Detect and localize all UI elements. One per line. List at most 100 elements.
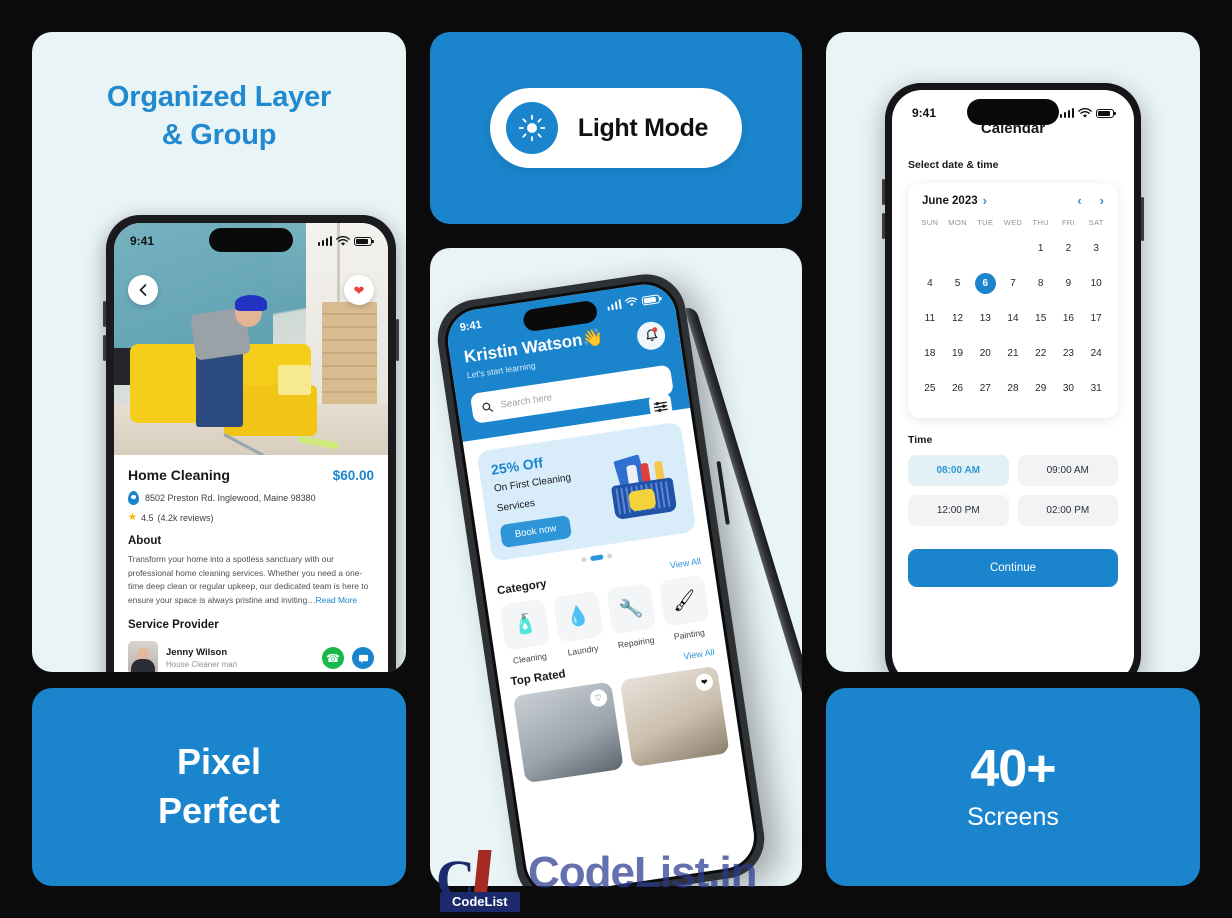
day-cell[interactable]: 8 — [1027, 266, 1055, 301]
provider-heading: Service Provider — [128, 619, 219, 632]
battery-icon — [641, 293, 661, 306]
top-rated-card[interactable]: ♡ — [512, 681, 624, 784]
day-cell[interactable]: 24 — [1082, 336, 1110, 371]
day-cell[interactable]: 3 — [1082, 231, 1110, 266]
time-slot-selected[interactable]: 08:00 AM — [908, 455, 1009, 486]
day-cell[interactable]: 23 — [1055, 336, 1083, 371]
day-cell[interactable]: 27 — [971, 371, 999, 406]
day-number: 29 — [1035, 383, 1047, 394]
back-button[interactable] — [128, 275, 158, 305]
day-cell[interactable]: 16 — [1055, 301, 1083, 336]
day-cell[interactable]: 14 — [999, 301, 1027, 336]
book-now-button[interactable]: Book now — [499, 515, 572, 549]
top-rated-card[interactable]: ❤ — [619, 665, 730, 768]
carousel-dot[interactable] — [580, 556, 587, 563]
day-number: 8 — [1037, 278, 1044, 289]
heart-outline-icon[interactable]: ♡ — [588, 688, 608, 708]
day-cell[interactable]: 21 — [999, 336, 1027, 371]
day-cell[interactable]: 19 — [944, 336, 972, 371]
search-placeholder: Search here — [499, 391, 553, 411]
day-number: 28 — [1007, 383, 1019, 394]
category-item-repairing[interactable]: 🔧 Repairing — [605, 582, 659, 651]
day-cell[interactable]: 5 — [944, 266, 972, 301]
calendar-nav: ‹ › — [1077, 193, 1104, 208]
time-slot[interactable]: 09:00 AM — [1017, 455, 1118, 486]
chat-button[interactable] — [352, 647, 374, 670]
category-item-cleaning[interactable]: 🧴 Cleaning — [499, 598, 552, 667]
day-cell[interactable]: 7 — [999, 266, 1027, 301]
day-number: 7 — [1010, 278, 1016, 289]
volume-down-button[interactable] — [103, 335, 106, 361]
provider-name: Jenny Wilson — [166, 647, 228, 659]
read-more-link[interactable]: Read More — [316, 595, 357, 605]
weekday-label: TUE — [977, 218, 994, 227]
volume-up-button[interactable] — [103, 301, 106, 327]
day-cell[interactable]: 25 — [916, 371, 944, 406]
calendar-panel: June 2023 › ‹ › SUN MON TUE WED THU FRI SAT 12… — [908, 183, 1118, 418]
weekday-label: FRI — [1061, 218, 1075, 227]
calendar-header: June 2023 › ‹ › — [916, 193, 1110, 208]
day-cell[interactable]: 10 — [1082, 266, 1110, 301]
call-button[interactable]: ☎ — [322, 647, 344, 670]
day-cell[interactable]: 15 — [1027, 301, 1055, 336]
time-slot[interactable]: 02:00 PM — [1017, 495, 1118, 526]
day-cell[interactable]: 28 — [999, 371, 1027, 406]
service-detail-body: Home Cleaning $60.00 8502 Preston Rd. In… — [114, 455, 388, 672]
day-number: 12 — [952, 313, 964, 324]
day-cell[interactable]: 22 — [1027, 336, 1055, 371]
logo-badge: CodeList — [440, 892, 520, 912]
day-cell[interactable]: 11 — [916, 301, 944, 336]
day-number: 20 — [979, 348, 991, 359]
day-cell[interactable]: 26 — [944, 371, 972, 406]
filter-button[interactable] — [648, 393, 674, 419]
weekday-label: THU — [1032, 218, 1049, 227]
favorite-button[interactable]: ❤ — [344, 275, 374, 305]
day-cell[interactable]: 13 — [971, 301, 999, 336]
promo-banner[interactable]: 25% Off On First Cleaning Services Book … — [476, 421, 697, 562]
category-title: Category — [496, 578, 548, 598]
light-mode-toggle[interactable]: Light Mode — [489, 88, 743, 168]
volume-down-button[interactable] — [882, 213, 885, 239]
category-item-painting[interactable]: 🖌 Painting — [658, 574, 712, 643]
day-cell[interactable]: 1 — [1027, 231, 1055, 266]
day-cell[interactable]: 12 — [944, 301, 972, 336]
day-cell[interactable]: 18 — [916, 336, 944, 371]
day-cell[interactable]: 4 — [916, 266, 944, 301]
service-rating: 4.5 — [140, 512, 154, 523]
power-button[interactable] — [716, 460, 730, 525]
category-view-all[interactable]: View All — [669, 556, 701, 571]
month-selector[interactable]: June 2023 › — [922, 193, 987, 208]
power-button[interactable] — [1141, 197, 1144, 241]
time-slot[interactable]: 12:00 PM — [908, 495, 1009, 526]
time-slot-list: 08:00 AM 09:00 AM 12:00 PM 02:00 PM — [908, 455, 1118, 526]
day-number: 5 — [954, 278, 961, 289]
carousel-dot[interactable] — [606, 553, 613, 559]
day-cell[interactable]: 31 — [1082, 371, 1110, 406]
day-cell[interactable]: 17 — [1082, 301, 1110, 336]
next-month-button[interactable]: › — [1100, 193, 1104, 208]
day-number: 15 — [1035, 313, 1047, 324]
day-cell-selected[interactable]: 6 — [971, 266, 999, 301]
cellular-bars-icon — [1059, 108, 1074, 118]
carousel-dot-active[interactable] — [589, 554, 604, 562]
day-cell[interactable]: 29 — [1027, 371, 1055, 406]
day-cell[interactable]: 9 — [1055, 266, 1083, 301]
top-rated-view-all[interactable]: View All — [683, 647, 715, 662]
heart-filled-icon[interactable]: ❤ — [694, 672, 715, 692]
day-cell[interactable]: 2 — [1055, 231, 1083, 266]
star-icon: ★ — [128, 512, 137, 523]
day-cell[interactable]: 20 — [971, 336, 999, 371]
volume-up-button[interactable] — [882, 179, 885, 205]
prev-month-button[interactable]: ‹ — [1077, 193, 1081, 208]
power-button[interactable] — [396, 319, 399, 361]
category-item-laundry[interactable]: 💧 Laundry — [552, 590, 605, 659]
service-title-row: Home Cleaning $60.00 — [128, 467, 374, 483]
organized-title-line2: & Group — [161, 119, 277, 152]
day-number: 1 — [1037, 243, 1044, 254]
day-cell[interactable]: 30 — [1055, 371, 1083, 406]
day-number: 11 — [924, 313, 936, 324]
continue-button[interactable]: Continue — [908, 549, 1118, 587]
service-rating-row: ★ 4.5 (4.2k reviews) — [128, 512, 374, 523]
status-time: 9:41 — [130, 234, 155, 248]
day-number: 25 — [924, 383, 936, 394]
